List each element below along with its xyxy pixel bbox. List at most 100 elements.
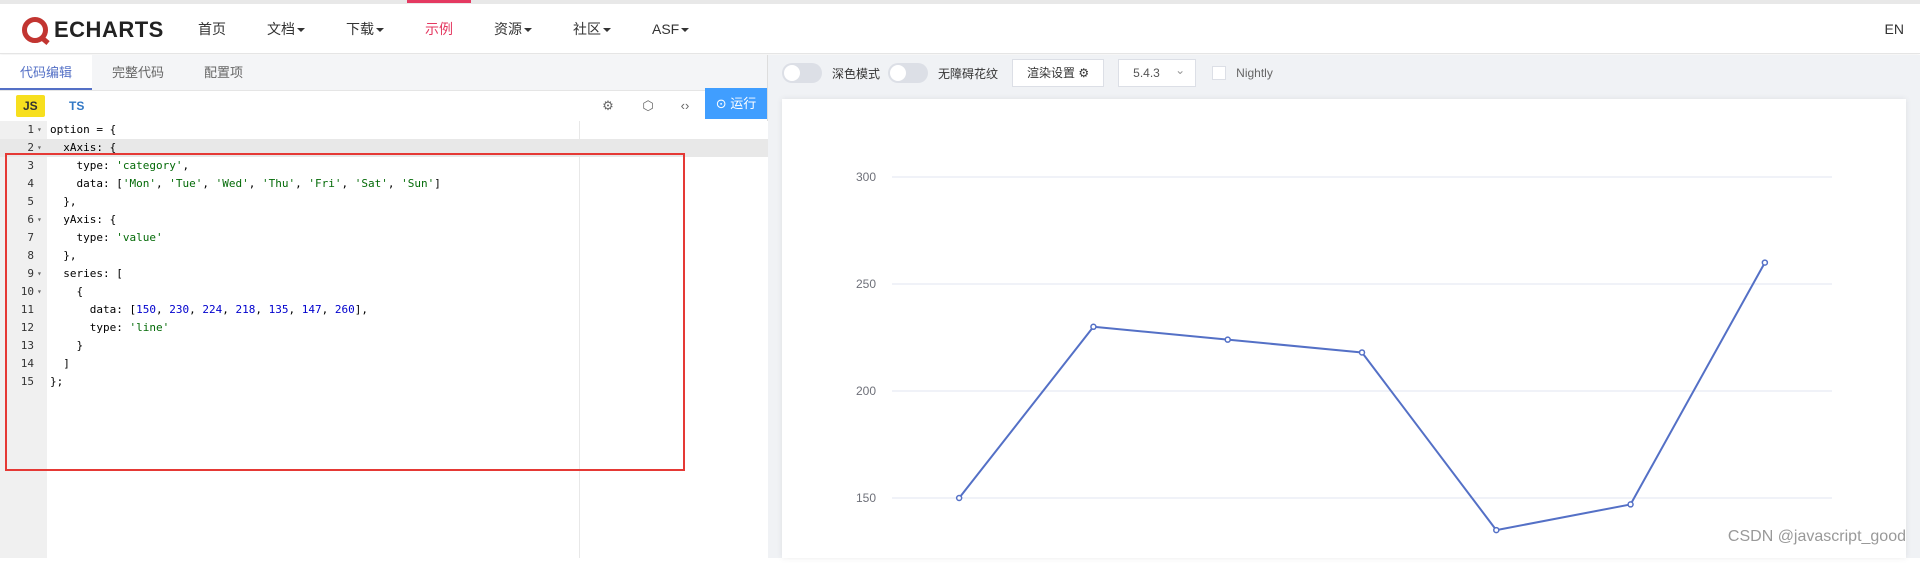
render-settings-button[interactable]: 渲染设置 ⚙ (1012, 59, 1104, 87)
code-text: option = { (50, 121, 116, 139)
code-line[interactable]: 2▾ xAxis: { (0, 139, 768, 157)
line-number: 10 (0, 283, 34, 301)
editor-toolbar: JS TS ⚙ ⬡ ‹› (0, 91, 768, 121)
code-line[interactable]: 4 data: ['Mon', 'Tue', 'Wed', 'Thu', 'Fr… (0, 175, 768, 193)
main-nav: 首页 文档 下载 示例 资源 社区 ASF (180, 4, 712, 54)
y-tick-label: 300 (856, 170, 876, 184)
code-text: }, (50, 193, 77, 211)
caret-down-icon (681, 28, 689, 32)
fold-icon[interactable]: ▾ (37, 211, 42, 229)
logo-text: ECHARTS (54, 17, 164, 43)
line-number: 1 (0, 121, 34, 139)
line-number: 4 (0, 175, 34, 193)
code-line[interactable]: 5 }, (0, 193, 768, 211)
format-icon[interactable]: ⚙ (600, 98, 616, 114)
code-text: } (50, 337, 83, 355)
editor-tab-0[interactable]: 代码编辑 (0, 55, 92, 90)
code-line[interactable]: 15}; (0, 373, 768, 391)
data-point-mon (957, 496, 962, 501)
code-line[interactable]: 12 type: 'line' (0, 319, 768, 337)
nav-item-label: 社区 (573, 21, 601, 37)
code-text: type: 'line' (50, 319, 169, 337)
y-tick-label: 150 (856, 491, 876, 505)
nav-item-label: 下载 (346, 21, 374, 37)
nav-item-2[interactable]: 下载 (328, 4, 402, 54)
nightly-checkbox[interactable] (1212, 66, 1226, 80)
render-settings-label: 渲染设置 (1027, 66, 1075, 80)
code-text: type: 'value' (50, 229, 163, 247)
code-text: data: [150, 230, 224, 218, 135, 147, 260… (50, 301, 368, 319)
js-toggle[interactable]: JS (16, 95, 45, 117)
line-number: 3 (0, 157, 34, 175)
code-text: ] (50, 355, 70, 373)
code-line[interactable]: 8 }, (0, 247, 768, 265)
line-number: 6 (0, 211, 34, 229)
fold-icon[interactable]: ▾ (37, 139, 42, 157)
play-icon: ⊙ (716, 96, 727, 111)
code-line[interactable]: 13 } (0, 337, 768, 355)
code-line[interactable]: 10▾ { (0, 283, 768, 301)
ts-toggle[interactable]: TS (62, 95, 91, 117)
code-line[interactable]: 3 type: 'category', (0, 157, 768, 175)
dark-mode-toggle[interactable] (782, 63, 822, 83)
data-point-sun (1762, 260, 1767, 265)
nav-item-5[interactable]: 社区 (555, 4, 629, 54)
language-switch[interactable]: EN (1885, 4, 1904, 54)
data-point-fri (1494, 528, 1499, 533)
fold-icon[interactable]: ▾ (37, 121, 42, 139)
line-number: 2 (0, 139, 34, 157)
code-text: data: ['Mon', 'Tue', 'Wed', 'Thu', 'Fri'… (50, 175, 441, 193)
line-number: 14 (0, 355, 34, 373)
code-text: }; (50, 373, 63, 391)
code-line[interactable]: 1▾ option = { (0, 121, 768, 139)
code-editor-panel: 代码编辑完整代码配置项 JS TS ⚙ ⬡ ‹› ⊙ 运行 1▾option =… (0, 55, 768, 558)
decal-label: 无障碍花纹 (938, 65, 998, 82)
run-label: 运行 (730, 96, 756, 111)
run-button[interactable]: ⊙ 运行 (705, 88, 767, 119)
code-text: xAxis: { (50, 139, 116, 157)
decal-toggle[interactable] (888, 63, 928, 83)
preview-controls: 深色模式 无障碍花纹 渲染设置 ⚙ 5.4.3 Nightly (768, 55, 1920, 91)
watermark: CSDN @javascript_good (1728, 528, 1906, 546)
code-line[interactable]: 11 data: [150, 230, 224, 218, 135, 147, … (0, 301, 768, 319)
version-select[interactable]: 5.4.3 (1118, 59, 1196, 87)
fold-icon[interactable]: ▾ (37, 265, 42, 283)
nightly-label: Nightly (1236, 66, 1273, 80)
nav-item-4[interactable]: 资源 (476, 4, 550, 54)
caret-down-icon (376, 28, 384, 32)
code-line[interactable]: 6▾ yAxis: { (0, 211, 768, 229)
preview-panel: 深色模式 无障碍花纹 渲染设置 ⚙ 5.4.3 Nightly 15020025… (768, 55, 1920, 558)
editor-tab-1[interactable]: 完整代码 (92, 55, 184, 90)
code-text: series: [ (50, 265, 123, 283)
editor-tabs: 代码编辑完整代码配置项 (0, 55, 767, 91)
nav-item-1[interactable]: 文档 (249, 4, 323, 54)
nav-item-label: 资源 (494, 21, 522, 37)
gear-icon: ⚙ (1078, 66, 1089, 80)
code-toggle-icon[interactable]: ‹› (677, 98, 693, 114)
code-line[interactable]: 14 ] (0, 355, 768, 373)
line-number: 8 (0, 247, 34, 265)
fold-icon[interactable]: ▾ (37, 283, 42, 301)
nav-item-label: 文档 (267, 21, 295, 37)
line-number: 15 (0, 373, 34, 391)
data-point-thu (1360, 350, 1365, 355)
nav-item-0[interactable]: 首页 (180, 4, 244, 54)
nav-item-6[interactable]: ASF (634, 4, 707, 54)
code-editor[interactable]: 1▾option = {2▾ xAxis: {3 type: 'category… (0, 121, 768, 558)
line-number: 9 (0, 265, 34, 283)
data-point-wed (1225, 337, 1230, 342)
package-icon[interactable]: ⬡ (640, 98, 656, 114)
caret-down-icon (297, 28, 305, 32)
line-number: 11 (0, 301, 34, 319)
nav-item-label: 示例 (425, 21, 453, 37)
echarts-logo[interactable]: ECHARTS (22, 13, 164, 47)
logo-icon (22, 17, 48, 43)
caret-down-icon (603, 28, 611, 32)
code-line[interactable]: 7 type: 'value' (0, 229, 768, 247)
editor-tab-2[interactable]: 配置项 (184, 55, 263, 90)
data-point-tue (1091, 324, 1096, 329)
code-line[interactable]: 9▾ series: [ (0, 265, 768, 283)
y-tick-label: 200 (856, 384, 876, 398)
line-number: 7 (0, 229, 34, 247)
nav-item-3[interactable]: 示例 (407, 4, 471, 54)
